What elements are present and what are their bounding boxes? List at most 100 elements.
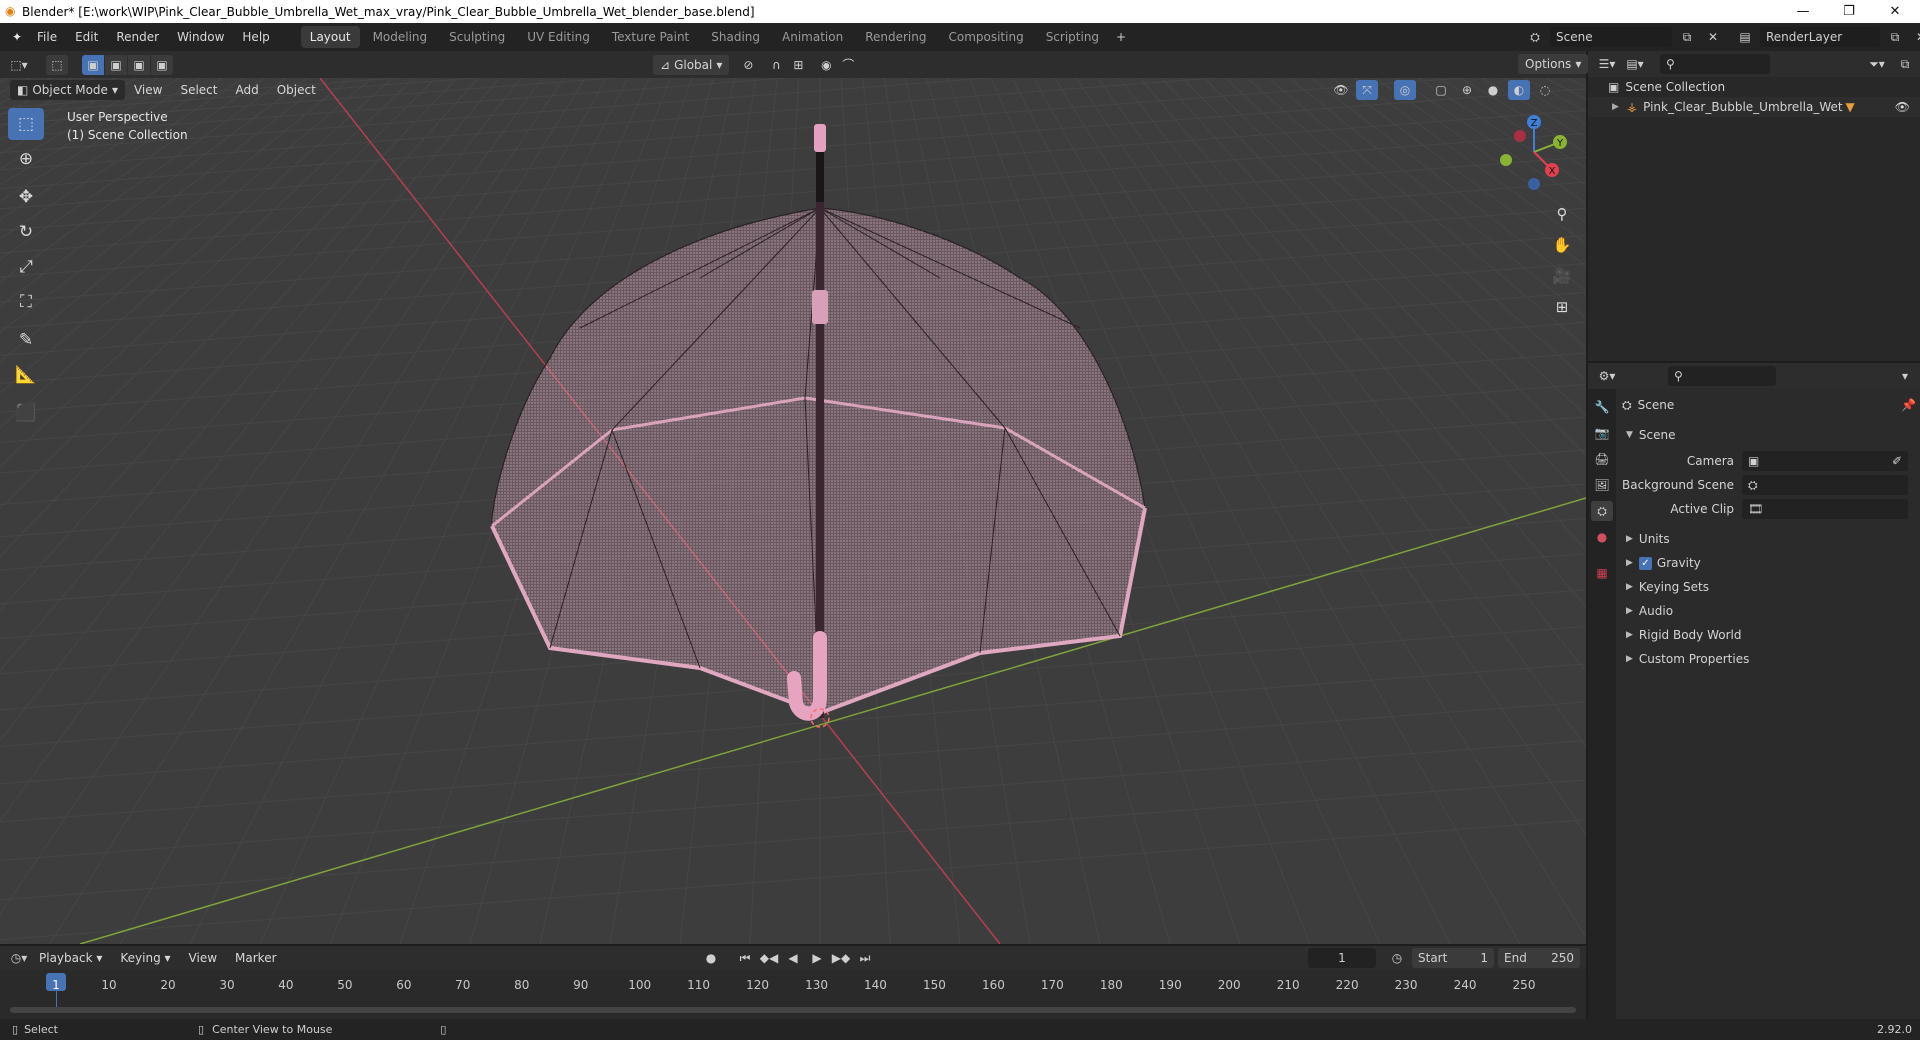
outliner-item-row[interactable]: ▶ ⚶ Pink_Clear_Bubble_Umbrella_Wet ▼ 👁: [1588, 97, 1920, 117]
panel-scene-header[interactable]: ▼ Scene: [1622, 423, 1916, 447]
tab-compositing[interactable]: Compositing: [939, 26, 1032, 48]
close-button[interactable]: ✕: [1872, 0, 1918, 23]
expand-arrow-icon[interactable]: ▶: [1612, 102, 1619, 112]
properties-search-input[interactable]: ⚲: [1668, 366, 1776, 386]
rendered-shading-icon[interactable]: ◌: [1534, 80, 1556, 100]
menu-file[interactable]: File: [28, 23, 66, 51]
subpanel-gravity[interactable]: ▶ ✓ Gravity: [1622, 551, 1916, 575]
eye-icon[interactable]: 👁: [1895, 100, 1910, 114]
visibility-icon[interactable]: 👁: [1330, 80, 1352, 100]
subpanel-custom-properties[interactable]: ▶ Custom Properties: [1622, 647, 1916, 671]
solid-shading-icon[interactable]: ●: [1482, 80, 1504, 100]
timeline-scrollbar[interactable]: [10, 1007, 1576, 1013]
select-tool-icon[interactable]: ⬚: [46, 54, 68, 75]
viewport-menu-view[interactable]: View: [125, 80, 171, 100]
scale-tool-icon[interactable]: ⤢: [8, 251, 44, 283]
render-layer-field[interactable]: RenderLayer: [1760, 27, 1880, 47]
subpanel-audio[interactable]: ▶ Audio: [1622, 599, 1916, 623]
viewport-menu-add[interactable]: Add: [226, 80, 267, 100]
move-tool-icon[interactable]: ✥: [8, 181, 44, 213]
gizmo-toggle-icon[interactable]: ⤧: [1356, 80, 1378, 100]
transform-tool-icon[interactable]: ⛶: [8, 286, 44, 318]
menu-window[interactable]: Window: [168, 23, 233, 51]
tab-uv-editing[interactable]: UV Editing: [518, 26, 599, 48]
delete-scene-icon[interactable]: ✕: [1702, 27, 1724, 47]
mode-dropdown[interactable]: ◧ Object Mode ▾: [10, 80, 125, 100]
filter-icon[interactable]: ⏷▾: [1866, 54, 1888, 74]
menu-help[interactable]: Help: [233, 23, 278, 51]
measure-tool-icon[interactable]: 📐: [8, 359, 44, 391]
gravity-checkbox[interactable]: ✓: [1638, 556, 1652, 570]
viewport-menu-object[interactable]: Object: [268, 80, 325, 100]
proportional-edit-icon[interactable]: ◉: [815, 55, 837, 75]
tab-scripting[interactable]: Scripting: [1037, 26, 1108, 48]
view-layer-tab-icon[interactable]: 🖼: [1591, 475, 1613, 495]
camera-field[interactable]: ▣ ✐: [1742, 451, 1908, 471]
blender-menu-icon[interactable]: ✦: [6, 27, 28, 47]
select-new-icon[interactable]: ▣: [82, 54, 104, 75]
new-scene-icon[interactable]: ⧉: [1676, 27, 1698, 47]
scene-name-field[interactable]: Scene: [1550, 27, 1672, 47]
subpanel-units[interactable]: ▶ Units: [1622, 527, 1916, 551]
outliner-search-input[interactable]: ⚲: [1660, 54, 1770, 74]
viewport-menu-select[interactable]: Select: [171, 80, 226, 100]
background-scene-field[interactable]: ⛭: [1742, 475, 1908, 495]
3d-viewport[interactable]: User Perspective (1) Scene Collection Z …: [0, 78, 1586, 944]
tab-shading[interactable]: Shading: [702, 26, 769, 48]
object-data-icon[interactable]: ▼: [1846, 100, 1855, 114]
texture-tab-icon[interactable]: ▦: [1591, 563, 1613, 583]
new-collection-icon[interactable]: ⧉: [1894, 54, 1916, 74]
zoom-icon[interactable]: ⚲: [1548, 200, 1576, 228]
navigation-gizmo[interactable]: Z Y X: [1494, 112, 1574, 192]
view-layer-icon[interactable]: ▤: [1734, 27, 1756, 47]
tab-texture-paint[interactable]: Texture Paint: [603, 26, 698, 48]
material-shading-icon[interactable]: ◐: [1508, 80, 1530, 100]
tab-layout[interactable]: Layout: [300, 26, 360, 48]
cursor-tool-icon[interactable]: ⊕: [8, 143, 44, 175]
new-layer-icon[interactable]: ⧉: [1884, 27, 1906, 47]
render-tab-icon[interactable]: 📷: [1591, 423, 1613, 443]
tab-rendering[interactable]: Rendering: [856, 26, 935, 48]
scene-selector-icon[interactable]: ⛭: [1524, 27, 1546, 47]
subpanel-rigid-body-world[interactable]: ▶ Rigid Body World: [1622, 623, 1916, 647]
camera-view-icon[interactable]: 🎥: [1548, 262, 1576, 290]
transform-orientation-dropdown[interactable]: ⊿ Global ▾: [653, 54, 730, 75]
subpanel-keying-sets[interactable]: ▶ Keying Sets: [1622, 575, 1916, 599]
tool-tab-icon[interactable]: 🔧: [1591, 397, 1613, 417]
xray-icon[interactable]: ▢: [1430, 80, 1452, 100]
annotate-tool-icon[interactable]: ✎: [8, 324, 44, 356]
select-box-tool-icon[interactable]: ⬚: [8, 108, 44, 140]
eyedropper-icon[interactable]: ✐: [1892, 454, 1902, 468]
scene-tab-icon[interactable]: ⛭: [1591, 501, 1613, 521]
outliner-editor-type-icon[interactable]: ☰▾: [1596, 54, 1618, 74]
overlay-toggle-icon[interactable]: ◎: [1394, 80, 1416, 100]
add-cube-tool-icon[interactable]: ⬛: [8, 397, 44, 429]
display-mode-icon[interactable]: ▤▾: [1624, 54, 1646, 74]
delete-layer-icon[interactable]: ✕: [1910, 27, 1920, 47]
rotate-tool-icon[interactable]: ↻: [8, 216, 44, 248]
tab-animation[interactable]: Animation: [773, 26, 852, 48]
snap-target-icon[interactable]: ⊞: [787, 55, 809, 75]
menu-render[interactable]: Render: [107, 23, 168, 51]
select-extend-icon[interactable]: ▣: [105, 54, 127, 75]
select-subtract-icon[interactable]: ▣: [128, 54, 150, 75]
add-workspace-icon[interactable]: +: [1110, 27, 1132, 47]
select-intersect-icon[interactable]: ▣: [151, 54, 173, 75]
output-tab-icon[interactable]: 🖨: [1591, 449, 1613, 469]
tab-sculpting[interactable]: Sculpting: [440, 26, 514, 48]
ortho-grid-icon[interactable]: ⊞: [1548, 293, 1576, 321]
tab-modeling[interactable]: Modeling: [364, 26, 437, 48]
minimize-button[interactable]: —: [1780, 0, 1826, 23]
falloff-icon[interactable]: ⌒: [837, 55, 859, 75]
active-clip-field[interactable]: 🎞: [1742, 499, 1908, 519]
pin-icon[interactable]: 📌: [1901, 398, 1916, 412]
pan-hand-icon[interactable]: ✋: [1548, 231, 1576, 259]
options-dropdown[interactable]: Options ▾: [1518, 54, 1589, 74]
properties-options-icon[interactable]: ▾: [1894, 366, 1916, 386]
snap-icon[interactable]: ∩: [765, 55, 787, 75]
editor-type-icon[interactable]: ⬚▾: [8, 55, 30, 75]
wireframe-shading-icon[interactable]: ⊕: [1456, 80, 1478, 100]
world-tab-icon[interactable]: ●: [1591, 527, 1613, 547]
properties-editor-type-icon[interactable]: ⚙▾: [1596, 366, 1618, 386]
outliner-root-row[interactable]: ▣ Scene Collection: [1588, 77, 1920, 97]
